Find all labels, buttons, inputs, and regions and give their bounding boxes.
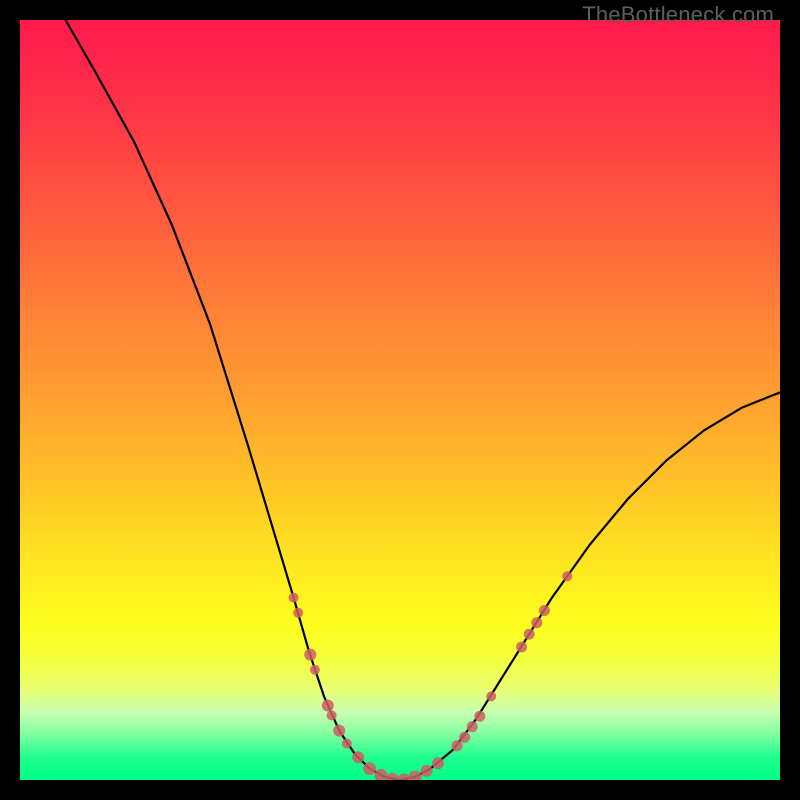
plot-area	[20, 20, 780, 780]
data-point	[310, 665, 320, 675]
chart-frame	[20, 20, 780, 780]
data-point	[289, 593, 299, 603]
data-point	[467, 721, 478, 732]
data-point	[386, 773, 399, 780]
data-point	[397, 774, 410, 781]
data-point	[531, 617, 542, 628]
curve-layer	[20, 20, 780, 780]
data-point	[409, 771, 422, 781]
data-point	[539, 605, 550, 616]
data-point	[421, 765, 433, 777]
data-point	[486, 691, 496, 701]
data-point	[333, 725, 345, 737]
data-point	[562, 571, 572, 581]
data-point	[516, 642, 527, 653]
watermark-text: TheBottleneck.com	[582, 2, 774, 28]
data-point	[352, 751, 364, 763]
data-point	[304, 649, 316, 661]
data-point	[322, 700, 334, 712]
data-point	[474, 711, 485, 722]
data-point	[363, 762, 376, 775]
data-point	[327, 710, 337, 720]
data-point	[342, 739, 352, 749]
data-point	[293, 608, 303, 618]
data-point	[524, 629, 535, 640]
bottleneck-curve	[66, 20, 780, 780]
data-point	[459, 732, 470, 743]
data-point	[432, 757, 444, 769]
data-points-group	[289, 571, 573, 780]
data-point	[452, 740, 463, 751]
data-point	[375, 769, 388, 780]
